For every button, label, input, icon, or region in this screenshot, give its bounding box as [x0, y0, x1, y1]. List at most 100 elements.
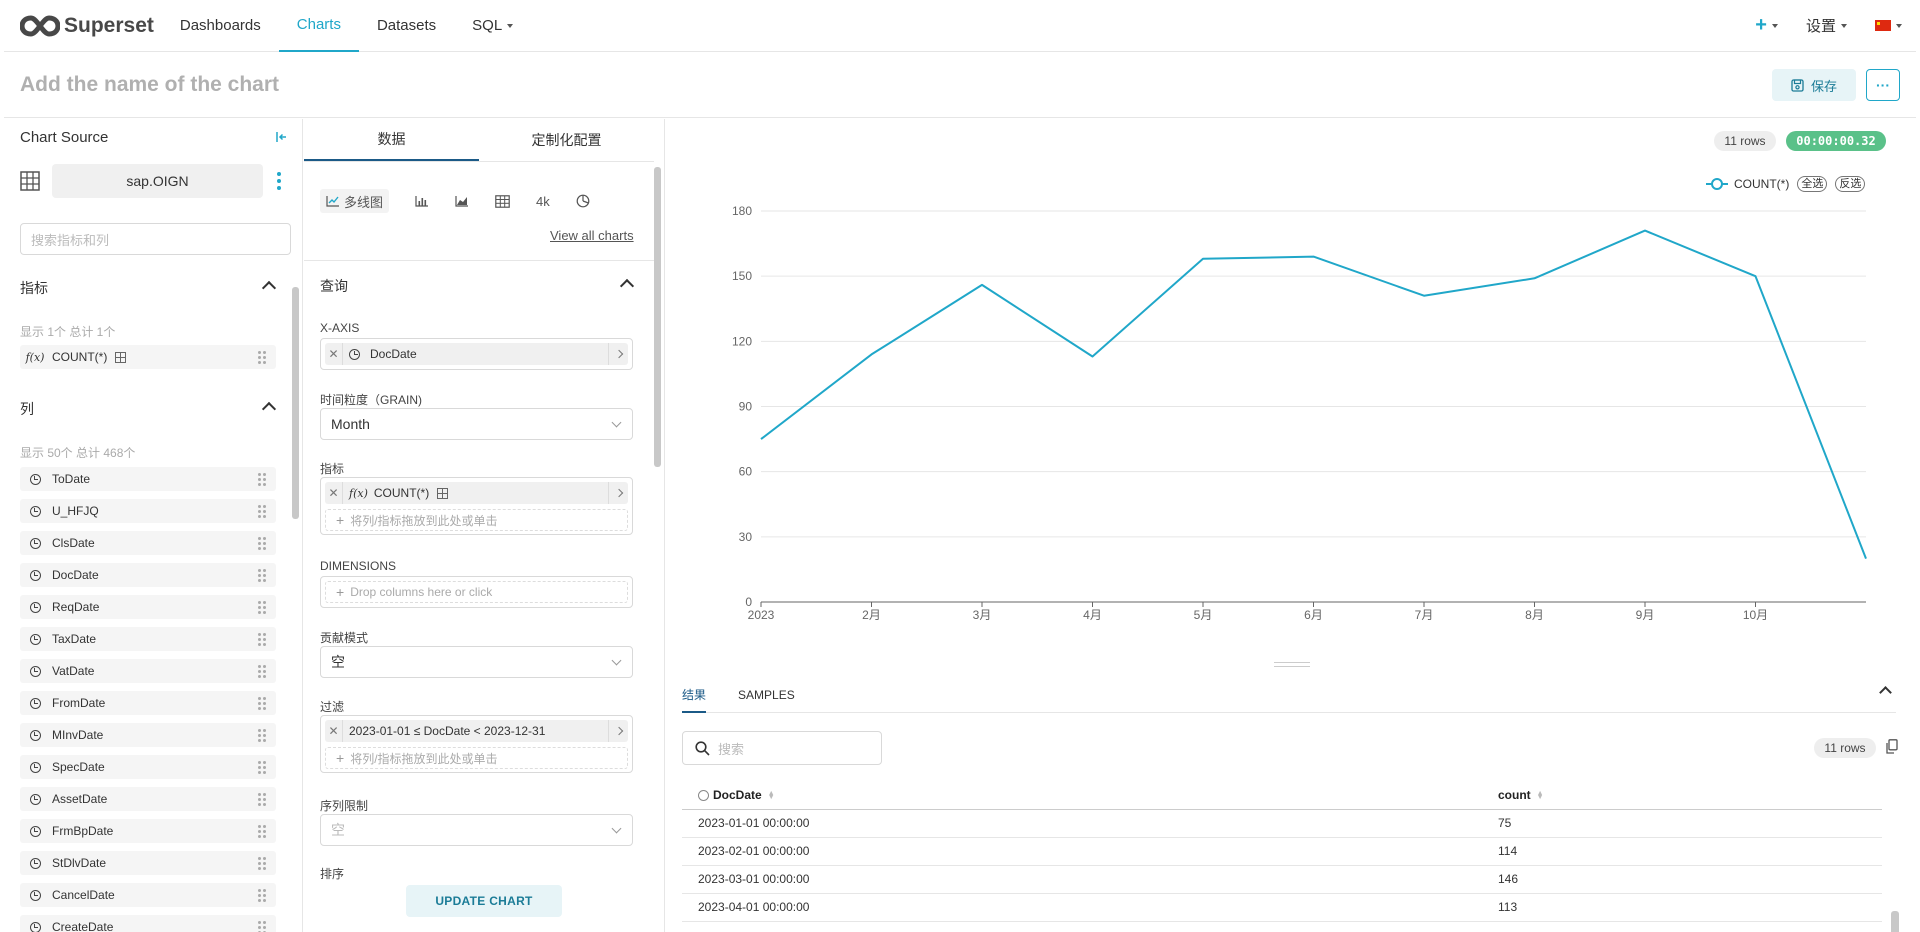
data-point[interactable]: [1643, 229, 1647, 233]
column-item[interactable]: U_HFJQ: [20, 499, 276, 523]
data-point[interactable]: [870, 352, 874, 356]
drag-handle-icon[interactable]: [258, 536, 266, 550]
series-line-0[interactable]: [760, 229, 1867, 559]
table-row[interactable]: 2023-02-01 00:00:00 114: [682, 837, 1882, 866]
sort-icon[interactable]: ▲ ▼: [768, 790, 775, 801]
column-item[interactable]: SpecDate: [20, 755, 276, 779]
data-point[interactable]: [1754, 274, 1758, 278]
left-panel-scrollbar[interactable]: [292, 287, 299, 519]
resize-handle[interactable]: [1274, 662, 1310, 667]
control-panel-scrollbar[interactable]: [654, 167, 661, 467]
remove-icon[interactable]: ✕: [325, 343, 343, 365]
viz-bar-chart[interactable]: [415, 189, 429, 213]
drag-handle-icon[interactable]: [258, 760, 266, 774]
column-item[interactable]: StDlvDate: [20, 851, 276, 875]
save-button[interactable]: 保存: [1772, 69, 1856, 101]
drag-handle-icon[interactable]: [258, 472, 266, 486]
nav-sql[interactable]: SQL: [454, 0, 531, 52]
view-all-charts-link[interactable]: View all charts: [550, 228, 634, 243]
data-point[interactable]: [1091, 355, 1095, 359]
more-actions-button[interactable]: ···: [1866, 69, 1900, 101]
table-row[interactable]: 2023-01-01 00:00:00 75: [682, 809, 1882, 838]
series-limit-select[interactable]: 空: [320, 814, 633, 846]
chevron-up-icon[interactable]: [261, 401, 277, 417]
column-item[interactable]: TaxDate: [20, 627, 276, 651]
data-point[interactable]: [1864, 557, 1868, 561]
column-item[interactable]: AssetDate: [20, 787, 276, 811]
column-item[interactable]: ClsDate: [20, 531, 276, 555]
data-point[interactable]: [759, 437, 763, 441]
datasource-menu-icon[interactable]: [277, 172, 281, 190]
drag-handle-icon[interactable]: [258, 856, 266, 870]
tab-data[interactable]: 数据: [304, 119, 479, 161]
drag-handle-icon[interactable]: [258, 568, 266, 582]
copy-icon[interactable]: [1886, 739, 1898, 754]
column-header-docdate[interactable]: DocDate ▲ ▼: [682, 781, 1482, 810]
metric-pill[interactable]: ✕ f(x) COUNT(*): [325, 482, 628, 504]
chevron-right-icon[interactable]: [608, 482, 628, 504]
drag-handle-icon[interactable]: [258, 728, 266, 742]
column-item[interactable]: DocDate: [20, 563, 276, 587]
chevron-up-icon[interactable]: [619, 278, 635, 294]
table-row[interactable]: 2023-03-01 00:00:00 146: [682, 865, 1882, 894]
metrics-drop-zone[interactable]: + 将列/指标拖放到此处或单击: [325, 509, 628, 531]
new-menu[interactable]: +: [1741, 14, 1792, 37]
data-point[interactable]: [1422, 294, 1426, 298]
metrics-section-header[interactable]: 指标: [20, 278, 48, 298]
nav-charts[interactable]: Charts: [278, 0, 359, 52]
data-point[interactable]: [980, 283, 984, 287]
tab-customize[interactable]: 定制化配置: [479, 119, 654, 161]
column-item[interactable]: ReqDate: [20, 595, 276, 619]
drag-handle-icon[interactable]: [258, 600, 266, 614]
chevron-right-icon[interactable]: [608, 343, 628, 365]
drag-handle-icon[interactable]: [258, 664, 266, 678]
search-metrics-columns-input[interactable]: 搜索指标和列: [20, 223, 291, 255]
filter-pill[interactable]: ✕ 2023-01-01 ≤ DocDate < 2023-12-31: [325, 720, 628, 742]
viz-area-chart[interactable]: [455, 189, 469, 213]
drag-handle-icon[interactable]: [258, 920, 266, 932]
chevron-right-icon[interactable]: [608, 720, 628, 742]
drag-handle-icon[interactable]: [258, 696, 266, 710]
collapse-panel-icon[interactable]: [276, 131, 288, 143]
drag-handle-icon[interactable]: [258, 824, 266, 838]
datasource-name[interactable]: sap.OIGN: [52, 164, 263, 198]
x-axis-pill[interactable]: ✕ DocDate: [325, 343, 628, 365]
drag-handle-icon[interactable]: [258, 350, 266, 364]
drag-handle-icon[interactable]: [258, 792, 266, 806]
drag-handle-icon[interactable]: [258, 632, 266, 646]
results-search-input[interactable]: 搜索: [682, 731, 882, 765]
sort-icon[interactable]: ▲ ▼: [1537, 790, 1544, 801]
tab-results[interactable]: 结果: [682, 677, 707, 713]
time-grain-select[interactable]: Month: [320, 408, 633, 440]
superset-logo[interactable]: Superset: [20, 14, 154, 38]
nav-dashboards[interactable]: Dashboards: [162, 0, 279, 52]
dimensions-drop-zone[interactable]: + Drop columns here or click: [325, 581, 628, 603]
viz-line-chart[interactable]: 多线图: [320, 189, 390, 213]
chart-name-input[interactable]: Add the name of the chart: [20, 73, 279, 97]
column-item[interactable]: CancelDate: [20, 883, 276, 907]
columns-section-header[interactable]: 列: [20, 399, 34, 419]
metric-item[interactable]: f(x) COUNT(*): [20, 345, 276, 369]
column-item[interactable]: FromDate: [20, 691, 276, 715]
column-item[interactable]: ToDate: [20, 467, 276, 491]
data-point[interactable]: [1312, 255, 1316, 259]
update-chart-button[interactable]: UPDATE CHART: [406, 885, 562, 917]
remove-icon[interactable]: ✕: [325, 482, 343, 504]
contribution-select[interactable]: 空: [320, 646, 633, 678]
column-header-count[interactable]: count ▲ ▼: [1482, 781, 1882, 810]
column-item[interactable]: FrmBpDate: [20, 819, 276, 843]
data-point[interactable]: [1201, 257, 1205, 261]
viz-pie-chart[interactable]: [576, 189, 590, 213]
settings-menu[interactable]: 设置: [1792, 15, 1861, 36]
remove-icon[interactable]: ✕: [325, 720, 343, 742]
chevron-up-icon[interactable]: [261, 280, 277, 296]
column-item[interactable]: VatDate: [20, 659, 276, 683]
viz-big-number[interactable]: 4k: [536, 189, 550, 213]
data-point[interactable]: [1533, 276, 1537, 280]
filters-drop-zone[interactable]: + 将列/指标拖放到此处或单击: [325, 747, 628, 769]
column-item[interactable]: MInvDate: [20, 723, 276, 747]
table-row[interactable]: 2023-04-01 00:00:00 113: [682, 893, 1882, 922]
drag-handle-icon[interactable]: [258, 888, 266, 902]
language-menu[interactable]: [1861, 20, 1916, 31]
column-item[interactable]: CreateDate: [20, 915, 276, 932]
